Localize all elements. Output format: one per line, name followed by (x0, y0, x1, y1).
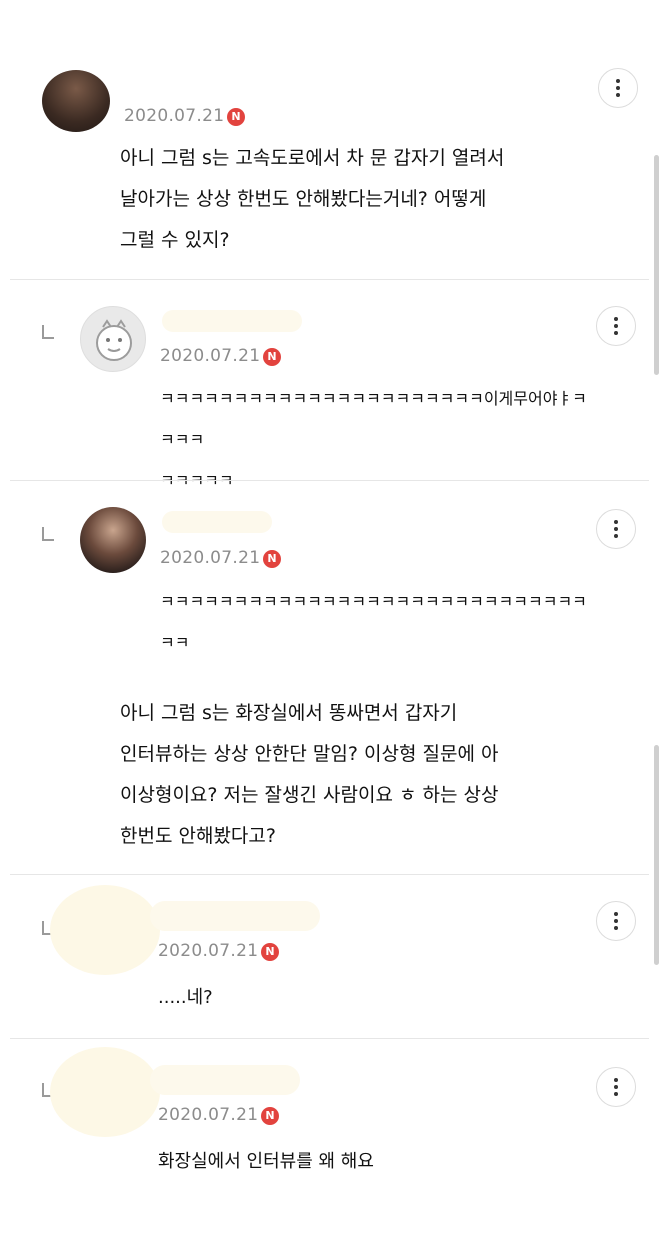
more-options-button[interactable] (596, 509, 636, 549)
more-vertical-icon (614, 911, 618, 932)
blurred-username (150, 1065, 300, 1095)
more-options-button[interactable] (596, 901, 636, 941)
comment-text: .....네? (158, 987, 213, 1008)
reply-item: 2020.07.21 N .....네? (0, 875, 659, 1038)
scrollbar[interactable] (654, 155, 659, 375)
more-options-button[interactable] (598, 68, 638, 108)
reply-item: 2020.07.21 N ㅋㅋㅋㅋㅋㅋㅋㅋㅋㅋㅋㅋㅋㅋㅋㅋㅋㅋㅋㅋㅋㅋ이게무어야… (0, 280, 659, 490)
blurred-username (150, 901, 320, 931)
more-vertical-icon (614, 519, 618, 540)
comment-text: 화장실에서 인터뷰를 왜 해요 (158, 1151, 374, 1172)
blurred-username (162, 310, 302, 332)
comment-text: 아니 그럼 s는 고속도로에서 차 문 갑자기 열려서 날아가는 상상 한번도 … (120, 147, 505, 251)
new-badge-icon: N (263, 348, 281, 366)
avatar[interactable] (80, 306, 146, 372)
new-badge-icon: N (261, 1107, 279, 1125)
new-badge-icon: N (227, 108, 245, 126)
more-vertical-icon (614, 1077, 618, 1098)
new-badge-icon: N (261, 943, 279, 961)
comment-date: 2020.07.21 (158, 941, 259, 961)
reply-item: 2020.07.21 N 화장실에서 인터뷰를 왜 해요 (0, 1039, 659, 1251)
reply-arrow-icon (42, 325, 54, 339)
avatar[interactable] (80, 507, 146, 573)
more-vertical-icon (614, 316, 618, 337)
comment-text-line: ㅋㅋㅋㅋㅋㅋㅋㅋㅋㅋㅋㅋㅋㅋㅋㅋㅋㅋㅋㅋㅋㅋㅋㅋㅋㅋㅋㅋㅋㅋㅋ (160, 592, 587, 652)
comment-date: 2020.07.21 (160, 548, 261, 568)
blurred-username (162, 511, 272, 533)
scrollbar[interactable] (654, 745, 659, 965)
reply-arrow-icon (42, 527, 54, 541)
blurred-avatar (50, 1047, 160, 1137)
comment-date: 2020.07.21 (160, 346, 261, 366)
blurred-avatar (50, 885, 160, 975)
more-vertical-icon (616, 78, 620, 99)
comment-text: 아니 그럼 s는 화장실에서 똥싸면서 갑자기 인터뷰하는 상상 안한단 말임?… (120, 702, 499, 847)
new-badge-icon: N (263, 550, 281, 568)
more-options-button[interactable] (596, 1067, 636, 1107)
comment-date: 2020.07.21 (124, 106, 225, 126)
more-options-button[interactable] (596, 306, 636, 346)
reply-item: 2020.07.21 N ㅋㅋㅋㅋㅋㅋㅋㅋㅋㅋㅋㅋㅋㅋㅋㅋㅋㅋㅋㅋㅋㅋㅋㅋㅋㅋㅋ… (0, 481, 659, 874)
avatar[interactable] (42, 70, 110, 132)
comment-date: 2020.07.21 (158, 1105, 259, 1125)
comment-item: 2020.07.21 N 아니 그럼 s는 고속도로에서 차 문 갑자기 열려서… (0, 0, 659, 280)
default-avatar-icon (96, 319, 132, 361)
